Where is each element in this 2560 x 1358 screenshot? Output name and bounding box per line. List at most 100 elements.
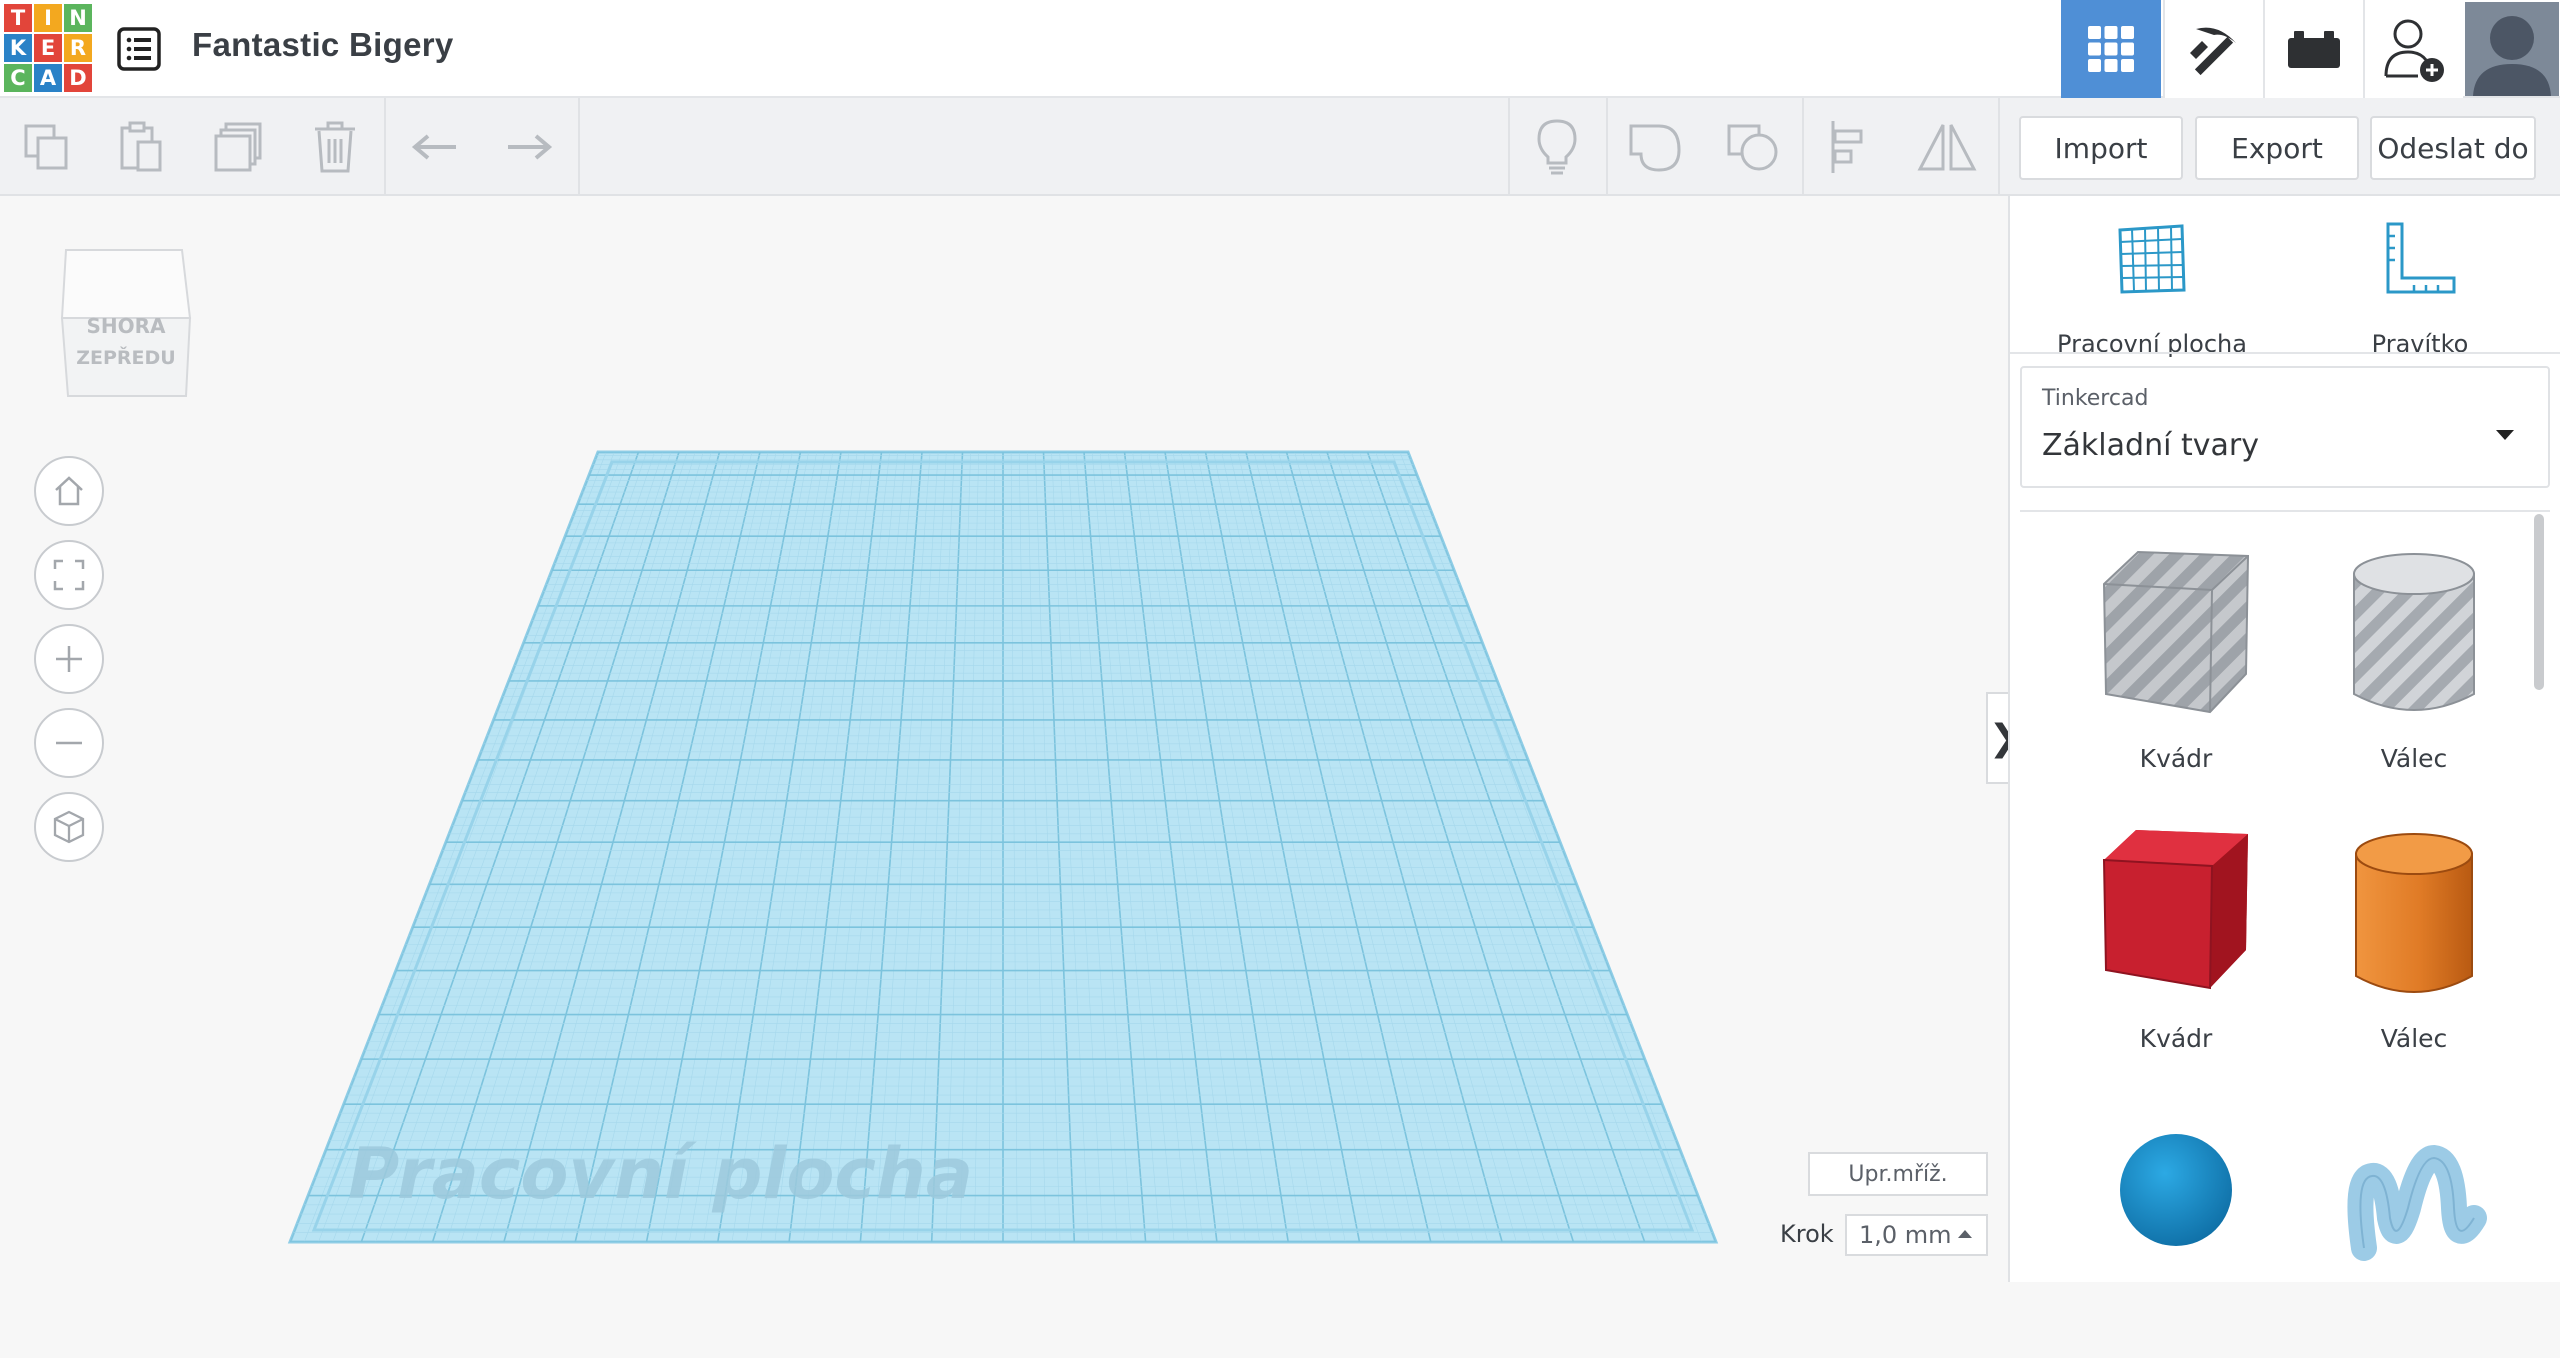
edit-toolbar: Import Export Odeslat do [0, 98, 2560, 196]
shape-library-value: Základní tvary [2042, 428, 2259, 463]
import-button[interactable]: Import [2019, 116, 2183, 180]
sphere-icon [2120, 1134, 2232, 1246]
snap-step-select[interactable]: 1,0 mm [1845, 1214, 1988, 1256]
fit-view-icon [53, 559, 85, 591]
fit-view-button[interactable] [34, 540, 104, 610]
brick-icon [2288, 31, 2340, 68]
codeblocks-button[interactable] [2163, 0, 2263, 98]
add-user-icon [2384, 19, 2444, 82]
edit-grid-button[interactable]: Upr.mříž. [1808, 1152, 1988, 1196]
group-button[interactable] [1620, 112, 1690, 182]
logo-letter: E [34, 34, 62, 62]
paste-button[interactable] [106, 112, 176, 182]
shapes-panel: Pracovní plocha Pravítko Tinkercad Zákla… [2008, 196, 2560, 1282]
top-header: T I N K E R C A D Fantastic Bigery [0, 0, 2560, 98]
duplicate-button[interactable] [204, 112, 274, 182]
toolbar-divider [384, 98, 386, 194]
user-avatar[interactable] [2465, 2, 2559, 96]
redo-arrow-icon [508, 134, 553, 160]
shape-label: Válec [2380, 744, 2448, 773]
logo-letter: I [34, 4, 62, 32]
design-list-button[interactable] [116, 26, 162, 72]
duplicate-icon [214, 122, 262, 172]
shape-label: Válec [2380, 1024, 2448, 1053]
snap-step-label: Krok [1780, 1220, 1834, 1248]
cylinder-icon [2355, 833, 2473, 993]
ungroup-button[interactable] [1718, 112, 1788, 182]
view-cube[interactable]: SHORA ZEPŘEDU [56, 246, 196, 406]
shape-label: Kvádr [2139, 1024, 2213, 1053]
mirror-button[interactable] [1912, 112, 1982, 182]
shape-cylinder[interactable]: Válec [2304, 824, 2524, 1084]
box-icon [2102, 830, 2248, 990]
zoom-in-button[interactable] [34, 624, 104, 694]
toolbar-divider [1606, 98, 1608, 194]
copy-button[interactable] [12, 112, 82, 182]
pickaxe-icon [2190, 27, 2236, 76]
shape-label: Kvádr [2139, 744, 2213, 773]
align-button[interactable] [1816, 112, 1886, 182]
align-left-icon [1831, 121, 1863, 173]
export-button[interactable]: Export [2195, 116, 2359, 180]
avatar-icon [2465, 2, 2559, 96]
workplane[interactable]: Pracovní plocha [0, 196, 2008, 1282]
grid-icon [2088, 26, 2134, 72]
logo-letter: A [34, 64, 62, 92]
panel-scrollbar[interactable] [2534, 514, 2544, 690]
view-cube-front-label: ZEPŘEDU [76, 346, 176, 369]
workplane-watermark: Pracovní plocha [348, 1133, 973, 1215]
logo-letter: T [4, 4, 32, 32]
notes-button[interactable] [1522, 112, 1592, 182]
redo-button[interactable] [494, 112, 564, 182]
home-view-button[interactable] [34, 456, 104, 526]
panel-divider [2010, 352, 2560, 354]
view-cube-top-label: SHORA [86, 314, 166, 338]
caret-down-icon [2496, 430, 2514, 440]
tinkercad-logo[interactable]: T I N K E R C A D [4, 4, 92, 92]
copy-icon [24, 124, 68, 170]
toolbar-divider [1998, 98, 2000, 194]
panel-divider [2020, 510, 2550, 512]
logo-letter: N [64, 4, 92, 32]
bricks-button[interactable] [2263, 0, 2363, 98]
group-shapes-icon [1629, 124, 1681, 172]
toolbar-divider [578, 98, 580, 194]
shape-cylinder-hole[interactable]: Válec [2304, 544, 2524, 804]
toolbar-divider [1508, 98, 1510, 194]
undo-arrow-icon [411, 134, 456, 160]
workplane-grid-icon [2118, 224, 2186, 294]
invite-user-button[interactable] [2363, 0, 2463, 98]
logo-letter: C [4, 64, 32, 92]
home-icon [55, 476, 83, 506]
perspective-button[interactable] [34, 792, 104, 862]
list-icon [117, 27, 161, 71]
logo-letter: D [64, 64, 92, 92]
undo-button[interactable] [400, 112, 470, 182]
delete-button[interactable] [300, 112, 370, 182]
ungroup-shapes-icon [1727, 124, 1778, 171]
design-title[interactable]: Fantastic Bigery [192, 26, 454, 64]
trash-icon [315, 121, 355, 173]
cylinder-hole-icon [2353, 553, 2475, 711]
shape-library-select[interactable]: Tinkercad Základní tvary [2020, 366, 2550, 488]
caret-up-icon [1958, 1230, 1972, 1238]
zoom-out-button[interactable] [34, 708, 104, 778]
box-hole-icon [2102, 550, 2250, 714]
workplane-tool[interactable]: Pracovní plocha [2032, 216, 2272, 358]
shape-sphere[interactable] [2066, 1098, 2286, 1358]
logo-letter: K [4, 34, 32, 62]
shape-box[interactable]: Kvádr [2066, 824, 2286, 1084]
3d-workspace[interactable]: Pracovní plocha SHORA ZEPŘEDU Upr.mříž. … [0, 196, 2008, 1282]
snap-step-value: 1,0 mm [1859, 1221, 1952, 1249]
cube-perspective-icon [53, 810, 85, 844]
3d-design-view-button[interactable] [2061, 0, 2161, 98]
ruler-icon [2386, 222, 2456, 294]
paste-icon [120, 121, 162, 172]
ruler-tool[interactable]: Pravítko [2300, 216, 2540, 358]
shape-box-hole[interactable]: Kvádr [2066, 544, 2286, 804]
shape-scribble[interactable] [2304, 1098, 2524, 1358]
logo-letter: R [64, 34, 92, 62]
minus-icon [56, 741, 82, 745]
mirror-icon [1917, 124, 1977, 171]
send-to-button[interactable]: Odeslat do [2370, 116, 2536, 180]
